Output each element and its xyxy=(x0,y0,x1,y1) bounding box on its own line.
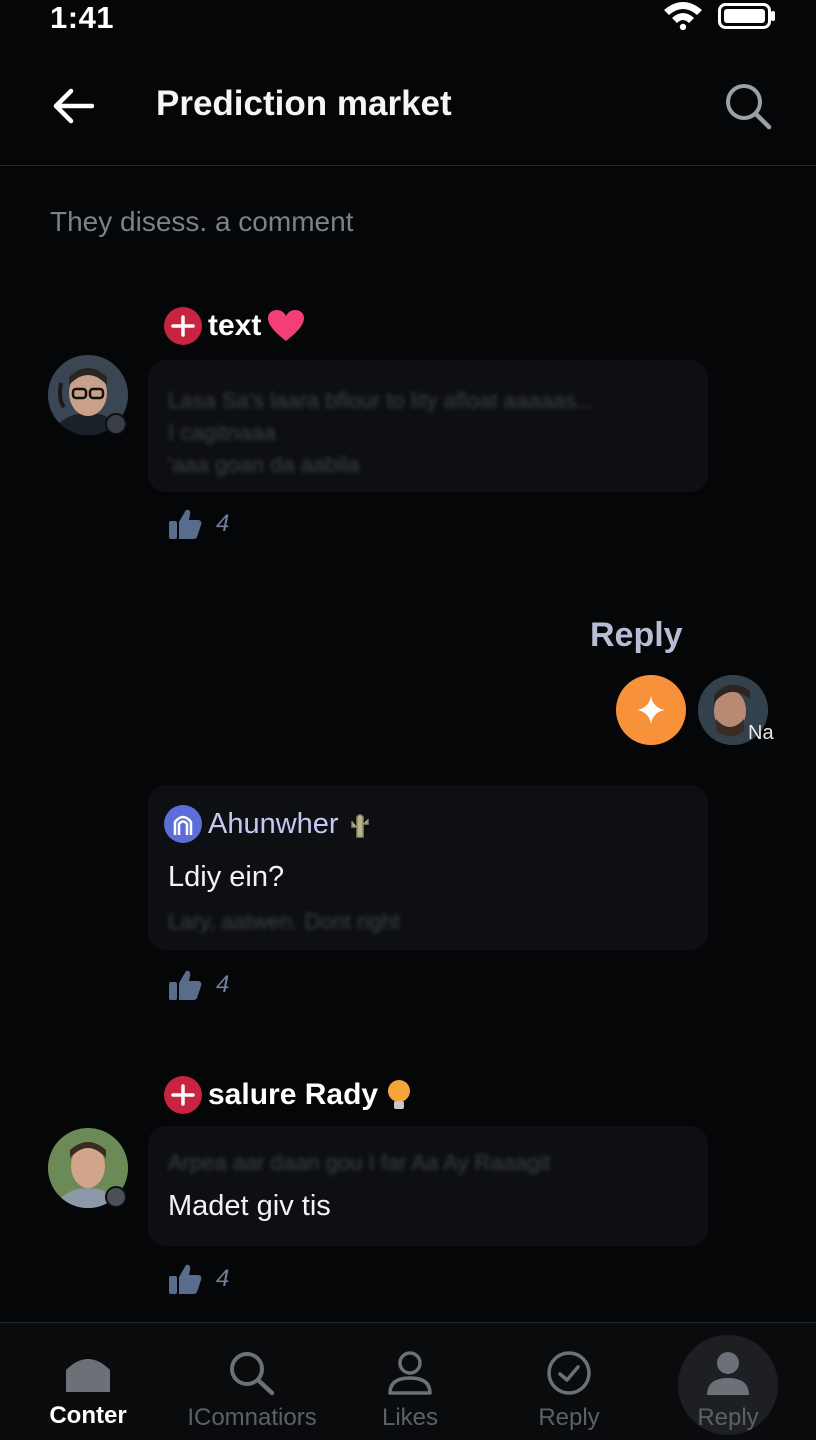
nav-label: Reply xyxy=(538,1404,600,1431)
reply-button[interactable]: Reply xyxy=(590,616,683,655)
nav-item-search[interactable]: IComnatiors xyxy=(176,1322,328,1440)
section-subtitle: They disess. a comment xyxy=(50,206,354,237)
comment-text: Madet giv tis xyxy=(168,1190,331,1222)
search-icon xyxy=(230,1352,275,1396)
thumbs-up-icon xyxy=(169,1264,202,1294)
comment-author-line: Ahunwher xyxy=(164,805,375,843)
red-plus-badge-icon xyxy=(164,1076,202,1114)
like-count: 4 xyxy=(216,510,230,537)
like-button[interactable]: 4 xyxy=(168,1263,229,1295)
sparkle-fab-button[interactable] xyxy=(616,675,686,745)
comment-author-line: salure Rady xyxy=(164,1076,414,1114)
search-icon xyxy=(726,84,772,130)
like-button[interactable]: 4 xyxy=(168,969,229,1001)
comment-bubble: Arpea aar daan gou I far Aa Ay Raaagit M… xyxy=(148,1126,708,1246)
lightbulb-icon xyxy=(388,1080,411,1109)
status-time: 1:41 xyxy=(50,0,115,35)
sparkle-icon xyxy=(637,696,665,724)
heart-icon xyxy=(268,310,305,341)
online-status-dot xyxy=(105,413,127,435)
nav-item-profile[interactable]: Reply xyxy=(680,1322,776,1440)
comment-author[interactable]: Ahunwher xyxy=(208,808,339,841)
status-bar: 1:41 xyxy=(0,0,816,40)
comment-blurred-text: 'aaa goan da aabila xyxy=(168,452,360,477)
page-title: Prediction market xyxy=(156,84,452,123)
comment-author[interactable]: text xyxy=(208,309,261,343)
cactus-icon xyxy=(350,814,369,838)
like-count: 4 xyxy=(216,1265,230,1292)
comment-blurred-text: Lary, aatwen. Dont right xyxy=(168,909,400,934)
nav-item-likes[interactable]: Likes xyxy=(360,1322,460,1440)
nav-item-home[interactable]: Conter xyxy=(30,1322,146,1440)
wifi-icon xyxy=(664,2,702,30)
comment-author-line: text xyxy=(164,307,305,345)
user-filled-icon xyxy=(707,1352,749,1395)
nav-label: Reply xyxy=(697,1404,759,1431)
battery-icon xyxy=(718,3,775,29)
thumbs-up-icon xyxy=(169,970,202,1000)
nav-label: Likes xyxy=(381,1404,439,1431)
screen: 1:41 Prediction market They disess. a co… xyxy=(0,0,816,1440)
online-status-dot xyxy=(105,1186,127,1208)
arch-badge-icon xyxy=(164,805,202,843)
check-circle-icon xyxy=(547,1351,591,1395)
like-button[interactable]: 4 xyxy=(168,508,229,540)
user-icon xyxy=(388,1351,432,1395)
search-button[interactable] xyxy=(718,78,778,134)
back-button[interactable] xyxy=(44,82,102,130)
home-icon xyxy=(66,1359,110,1392)
reply-avatar-tag: Na xyxy=(748,722,774,744)
like-count: 4 xyxy=(216,971,230,998)
thumbs-up-icon xyxy=(169,509,202,539)
arrow-left-icon xyxy=(53,88,94,124)
nav-item-reply[interactable]: Reply xyxy=(520,1322,618,1440)
comment-bubble: Ahunwher Ldiy ein? Lary, aatwen. Dont ri… xyxy=(148,785,708,950)
comment-blurred-text: I cagitnaaa xyxy=(168,420,276,445)
nav-label: IComnatiors xyxy=(187,1404,317,1431)
comment-blurred-text: Lasa Sa's laara bflour to lity afloat aa… xyxy=(168,388,595,413)
red-plus-badge-icon xyxy=(164,307,202,345)
comment-bubble: Lasa Sa's laara bflour to lity afloat aa… xyxy=(148,360,708,492)
nav-label: Conter xyxy=(49,1402,127,1429)
comment-author[interactable]: salure Rady xyxy=(208,1078,378,1112)
comment-blurred-text: Arpea aar daan gou I far Aa Ay Raaagit xyxy=(168,1150,551,1175)
comment-text: Ldiy ein? xyxy=(168,861,285,893)
app-header: Prediction market xyxy=(0,62,816,166)
